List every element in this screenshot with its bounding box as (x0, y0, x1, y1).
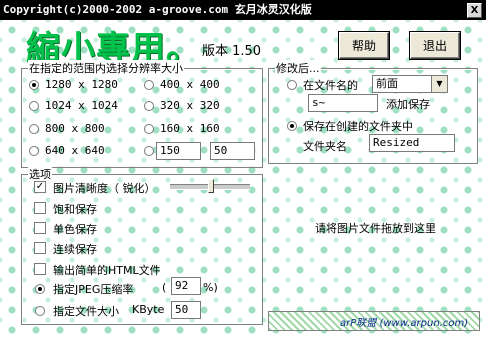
sharpness-slider-thumb[interactable] (208, 179, 214, 193)
folder-name-input[interactable]: Resized (369, 134, 455, 152)
radio-jpeg-quality[interactable] (35, 284, 45, 294)
jpeg-quality-input[interactable]: 92 (171, 277, 201, 295)
version-label: 版本 1.50 (202, 44, 262, 59)
jpeg-label: 指定JPEG压缩率 (53, 283, 134, 296)
radio-320[interactable] (144, 101, 154, 111)
radio-1024[interactable] (29, 101, 39, 111)
continuous-checkbox[interactable] (34, 242, 46, 254)
sharpness-checkbox[interactable]: ✓ (34, 181, 46, 193)
radio-custom[interactable] (144, 146, 154, 156)
label-320: 320 x 320 (160, 99, 220, 112)
close-icon[interactable]: X (467, 3, 482, 18)
exit-button[interactable]: 退出 (410, 32, 460, 59)
position-select-value: 前面 (376, 77, 398, 90)
modify-legend: 修改后... (275, 60, 321, 76)
filesize-label: 指定文件大小 (53, 305, 119, 318)
custom-height-input[interactable]: 50 (210, 142, 255, 160)
radio-640[interactable] (29, 146, 39, 156)
radio-160[interactable] (144, 124, 154, 134)
label-1280: 1280 x 1280 (45, 78, 118, 91)
resolution-legend: 在指定的范围内选择分辨率大小 (28, 60, 184, 76)
window-title: Copyright(c)2000-2002 a-groove.com 玄月冰灵汉… (3, 3, 312, 16)
chevron-down-icon[interactable]: ▼ (431, 76, 447, 92)
options-legend: 选项 (28, 166, 52, 182)
suffix-input[interactable]: s~ (308, 94, 378, 112)
jpeg-paren-open: ( (162, 281, 167, 294)
label-640: 640 x 640 (45, 144, 105, 157)
save-in-folder-label: 保存在创建的文件夹中 (303, 120, 413, 133)
custom-width-input[interactable]: 150 (156, 142, 201, 160)
html-checkbox[interactable] (34, 263, 46, 275)
radio-800[interactable] (29, 124, 39, 134)
jpeg-paren-close: %) (203, 281, 218, 294)
radio-1280[interactable] (29, 80, 39, 90)
folder-name-label: 文件夹名 (303, 140, 347, 153)
title-bar[interactable]: Copyright(c)2000-2002 a-groove.com 玄月冰灵汉… (0, 0, 486, 20)
app-window: Copyright(c)2000-2002 a-groove.com 玄月冰灵汉… (0, 0, 486, 337)
label-1024: 1024 x 1024 (45, 99, 118, 112)
saturated-label: 饱和保存 (53, 203, 97, 216)
help-button[interactable]: 帮助 (339, 32, 389, 59)
radio-in-filename[interactable] (287, 80, 297, 90)
radio-400[interactable] (144, 80, 154, 90)
position-select[interactable]: 前面 ▼ (372, 75, 448, 93)
mono-checkbox[interactable] (34, 222, 46, 234)
radio-save-in-folder[interactable] (287, 121, 297, 131)
label-400: 400 x 400 (160, 78, 220, 91)
sharpness-label: 图片清晰度（ 锐化） (53, 182, 156, 195)
label-800: 800 x 800 (45, 122, 105, 135)
kbyte-label: KByte (132, 303, 165, 316)
label-160: 160 x 160 (160, 122, 220, 135)
mono-label: 单色保存 (53, 223, 97, 236)
html-label: 输出简单的HTML文件 (53, 264, 161, 277)
file-size-input[interactable]: 50 (171, 301, 201, 319)
add-save-label: 添加保存 (386, 98, 430, 111)
credit-text[interactable]: arP联盟 (www.arpun.com) (340, 314, 468, 329)
in-filename-label: 在文件名的 (303, 79, 358, 92)
saturated-checkbox[interactable] (34, 202, 46, 214)
continuous-label: 连续保存 (53, 243, 97, 256)
radio-file-size[interactable] (35, 306, 45, 316)
drop-hint: 请将图片文件拖放到这里 (315, 222, 436, 235)
